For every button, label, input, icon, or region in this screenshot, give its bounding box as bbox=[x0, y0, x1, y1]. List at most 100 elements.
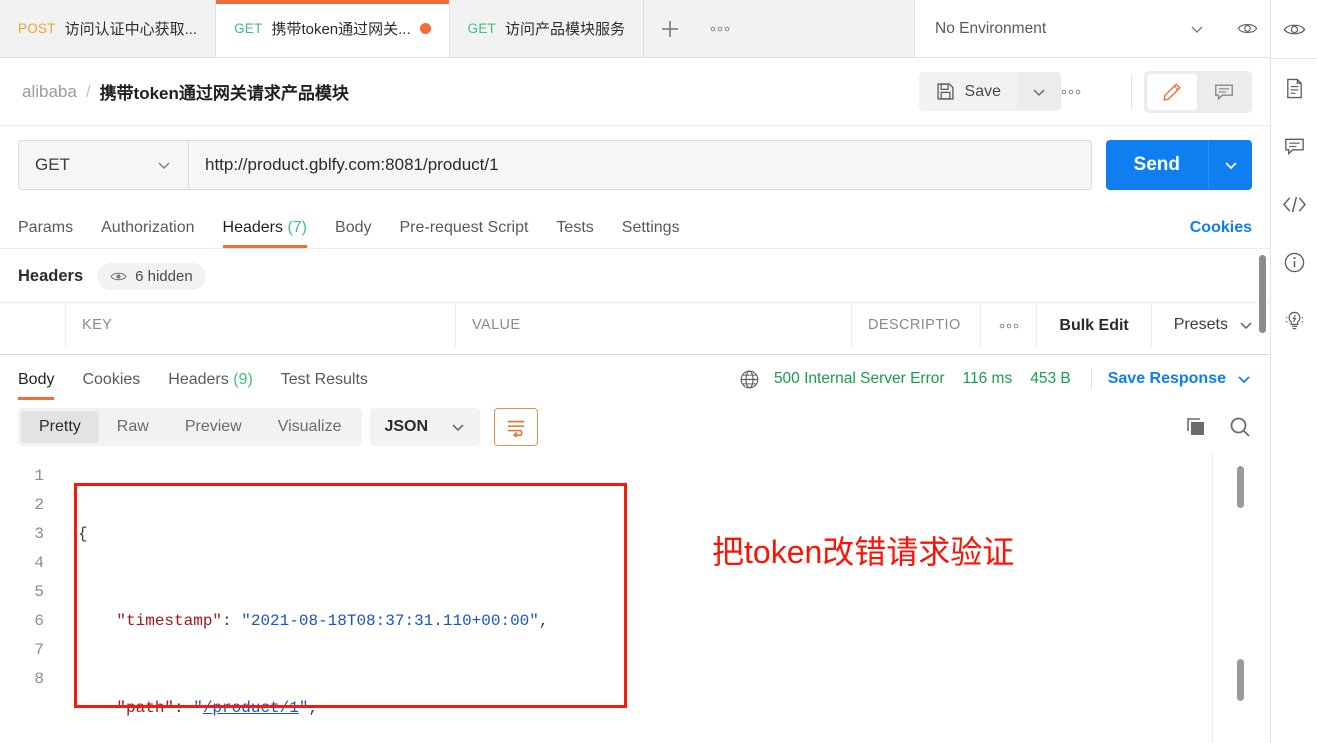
hidden-headers-label: 6 hidden bbox=[135, 268, 193, 285]
json-line-path: "path": "/product/1", bbox=[116, 699, 319, 717]
chevron-down-icon bbox=[1240, 322, 1252, 330]
json-value-path[interactable]: /product/1 bbox=[203, 699, 299, 717]
view-mode-raw[interactable]: Raw bbox=[99, 411, 167, 443]
lightbulb-icon bbox=[1285, 311, 1303, 329]
view-mode-visualize[interactable]: Visualize bbox=[260, 411, 360, 443]
headers-actions: Bulk Edit Presets bbox=[980, 302, 1270, 348]
code-scrollbar-thumb-top[interactable] bbox=[1237, 466, 1244, 508]
line-number: 3 bbox=[34, 525, 44, 543]
rail-documentation[interactable] bbox=[1271, 59, 1317, 117]
tab-label: Body bbox=[18, 371, 55, 388]
presets-button[interactable]: Presets bbox=[1150, 302, 1270, 348]
save-options-button[interactable] bbox=[1017, 72, 1061, 111]
tab-body[interactable]: Body bbox=[321, 219, 385, 248]
headers-panel: Headers 6 hidden KEY VALUE DESCRIPTIO Bu… bbox=[0, 249, 1270, 354]
tab-strip-more-button[interactable] bbox=[696, 0, 745, 57]
url-input[interactable] bbox=[189, 141, 1091, 189]
http-method-selector[interactable]: GET bbox=[19, 141, 189, 189]
rail-environment-quick-look[interactable] bbox=[1271, 0, 1317, 58]
tab-title-label: 访问产品模块服务 bbox=[505, 21, 626, 38]
response-body-viewer[interactable]: 1 2 3 4 5 6 7 8 { "timestamp": "2021-08-… bbox=[0, 454, 1270, 743]
environment-selector[interactable]: No Environment bbox=[915, 0, 1225, 57]
eye-icon bbox=[110, 272, 127, 281]
comment-button[interactable] bbox=[1199, 74, 1249, 110]
environment-name-label: No Environment bbox=[935, 19, 1047, 37]
response-viewer-actions bbox=[1184, 415, 1252, 439]
send-options-button[interactable] bbox=[1208, 140, 1252, 190]
tab-label: Authorization bbox=[101, 219, 195, 236]
response-tab-cookies[interactable]: Cookies bbox=[68, 371, 154, 400]
headers-checkbox-column bbox=[0, 303, 66, 347]
hidden-headers-toggle[interactable]: 6 hidden bbox=[97, 263, 206, 290]
tab-label: Settings bbox=[621, 219, 680, 236]
chevron-down-icon bbox=[1191, 26, 1203, 33]
page-title: 携带token通过网关请求产品模块 bbox=[99, 84, 349, 103]
meta-divider bbox=[1090, 368, 1092, 390]
tab-label: Params bbox=[18, 219, 74, 236]
tab-settings[interactable]: Settings bbox=[608, 219, 694, 248]
tab-count: (9) bbox=[233, 371, 253, 388]
save-response-button[interactable]: Save Response bbox=[1108, 370, 1252, 388]
tab-strip-spacer bbox=[744, 0, 915, 57]
cookies-link[interactable]: Cookies bbox=[1190, 219, 1252, 248]
environment-quick-look-button[interactable] bbox=[1225, 0, 1270, 57]
json-line-timestamp: "timestamp": "2021-08-18T08:37:31.110+00… bbox=[116, 612, 549, 630]
breadcrumb-owner[interactable]: alibaba bbox=[22, 82, 77, 102]
rail-info[interactable] bbox=[1271, 233, 1317, 291]
tab-headers[interactable]: Headers (7) bbox=[209, 219, 322, 248]
send-button[interactable]: Send bbox=[1105, 140, 1208, 190]
response-format-selector[interactable]: JSON bbox=[370, 408, 481, 446]
line-number: 6 bbox=[34, 612, 44, 630]
json-line-1: { bbox=[78, 525, 88, 543]
rail-comments[interactable] bbox=[1271, 117, 1317, 175]
main-column: POST 访问认证中心获取... GET 携带token通过网关... GET … bbox=[0, 0, 1270, 743]
bulk-edit-button[interactable]: Bulk Edit bbox=[1036, 302, 1150, 348]
line-number: 1 bbox=[34, 467, 44, 485]
view-mode-pretty[interactable]: Pretty bbox=[21, 411, 99, 443]
url-input-group: GET bbox=[18, 140, 1092, 190]
response-tab-test-results[interactable]: Test Results bbox=[267, 371, 382, 400]
word-wrap-button[interactable] bbox=[494, 408, 539, 446]
save-response-label: Save Response bbox=[1107, 370, 1226, 387]
headers-title-row: Headers 6 hidden bbox=[0, 249, 1270, 302]
tab-label: Headers bbox=[222, 219, 283, 236]
rail-code-snippet[interactable] bbox=[1271, 175, 1317, 233]
headers-more-button[interactable] bbox=[980, 302, 1036, 348]
tab-pre-request-script[interactable]: Pre-request Script bbox=[385, 219, 542, 248]
request-tab-2-active[interactable]: GET 携带token通过网关... bbox=[216, 0, 450, 57]
tab-params[interactable]: Params bbox=[18, 219, 87, 248]
request-tab-3[interactable]: GET 访问产品模块服务 bbox=[449, 0, 645, 57]
rail-mock[interactable] bbox=[1271, 291, 1317, 349]
request-more-actions-button[interactable] bbox=[1061, 89, 1119, 95]
response-size: 453 B bbox=[1030, 370, 1071, 387]
response-tab-body[interactable]: Body bbox=[18, 371, 68, 400]
headers-scrollbar-thumb[interactable] bbox=[1259, 255, 1266, 333]
response-view-mode-group: Pretty Raw Preview Visualize bbox=[18, 408, 363, 446]
code-right-divider bbox=[1212, 454, 1213, 743]
code-scrollbar-thumb-bottom[interactable] bbox=[1237, 659, 1244, 701]
presets-label: Presets bbox=[1173, 316, 1228, 333]
chevron-down-icon bbox=[158, 162, 170, 169]
line-number: 7 bbox=[34, 641, 44, 659]
tab-title-label: 携带token通过网关... bbox=[271, 21, 411, 38]
tab-method-label: GET bbox=[234, 21, 263, 36]
edit-mode-button[interactable] bbox=[1147, 73, 1197, 110]
document-icon bbox=[1286, 78, 1302, 98]
save-button[interactable]: Save bbox=[918, 72, 1017, 111]
tab-label: Test Results bbox=[280, 371, 368, 388]
view-mode-preview[interactable]: Preview bbox=[167, 411, 260, 443]
response-viewer-toolbar: Pretty Raw Preview Visualize JSON bbox=[0, 400, 1270, 454]
headers-table-header-row: KEY VALUE DESCRIPTIO Bulk Edit Presets bbox=[0, 302, 1270, 348]
tab-tests[interactable]: Tests bbox=[542, 219, 607, 248]
chevron-down-icon bbox=[452, 424, 464, 432]
search-icon[interactable] bbox=[1228, 415, 1252, 439]
new-tab-button[interactable] bbox=[644, 0, 697, 57]
view-mode-toggle bbox=[1144, 70, 1252, 113]
tab-authorization[interactable]: Authorization bbox=[87, 219, 208, 248]
toolbar-divider bbox=[1131, 74, 1132, 109]
response-tab-headers[interactable]: Headers (9) bbox=[154, 371, 267, 400]
copy-icon[interactable] bbox=[1184, 415, 1208, 439]
json-lines: { "timestamp": "2021-08-18T08:37:31.110+… bbox=[58, 462, 1270, 743]
request-tab-1[interactable]: POST 访问认证中心获取... bbox=[0, 0, 217, 57]
tab-label: Pre-request Script bbox=[399, 219, 529, 236]
